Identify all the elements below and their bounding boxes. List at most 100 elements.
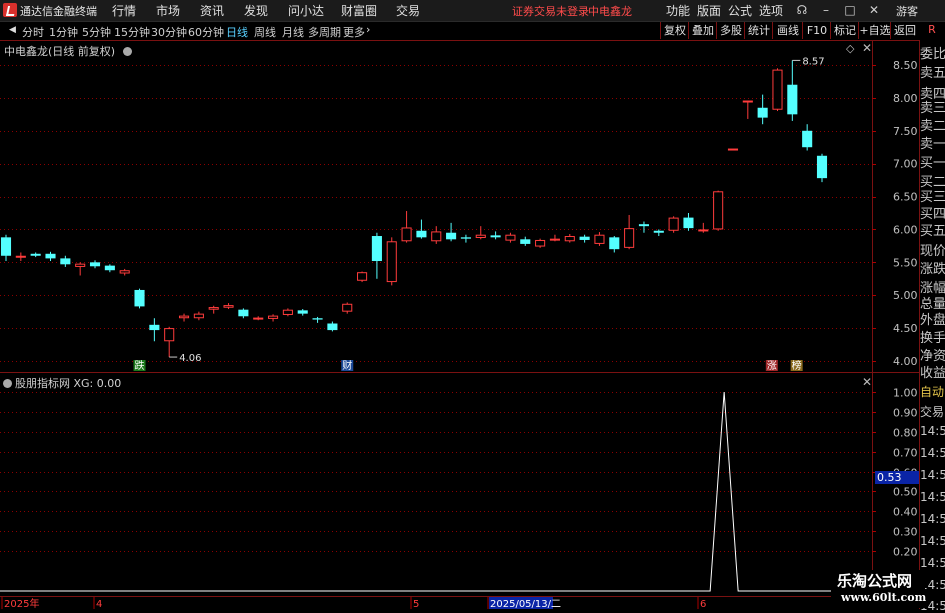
candle (564, 234, 575, 243)
candle-body (446, 232, 457, 240)
candle (624, 214, 635, 250)
candle (579, 234, 590, 243)
candle-body (75, 263, 86, 267)
tick-time: 14:56 (920, 490, 945, 504)
candle-body (698, 229, 709, 232)
watermark: 乐淘公式网 www.60lt.com (831, 570, 927, 608)
sub-y-tick-label: 0.30 (893, 526, 918, 539)
watermark-title: 乐淘公式网 (837, 572, 913, 590)
candle-body (89, 262, 101, 267)
candle (15, 252, 26, 262)
x-axis-label: 6 (700, 599, 706, 609)
quote-label: 现价 (920, 244, 945, 259)
indicator-settings-icon[interactable] (3, 379, 12, 388)
candle-body (490, 235, 501, 238)
quote-label: 外盘 (920, 313, 945, 328)
event-marker-text: 跌 (135, 359, 145, 372)
candle (268, 314, 279, 322)
candle (238, 308, 249, 319)
candle (282, 308, 293, 317)
settings-icon[interactable] (122, 47, 132, 56)
candle (594, 232, 605, 246)
quote-label: 卖三 (920, 101, 945, 116)
sub-chart-title-text: 股朋指标网 XG: 0.00 (15, 377, 122, 390)
quote-label: 卖二 (920, 119, 945, 134)
close-panel-icon[interactable]: ✕ (862, 41, 872, 55)
candle (772, 68, 783, 112)
event-marker-text: 榜 (792, 359, 802, 372)
candle-body (460, 237, 471, 239)
y-tick-label: 4.50 (893, 322, 918, 335)
side-panel-toggle[interactable]: R (920, 23, 944, 39)
watermark-url: www.60lt.com (841, 591, 927, 604)
candle (653, 229, 664, 237)
kline-chart[interactable]: 8.50 8.00 7.50 7.00 6.50 6.00 5.50 5.00 4.50 4.00… (0, 0, 919, 609)
candle-body (253, 317, 264, 320)
high-price-label: 8.57 (802, 56, 824, 67)
candle-body (624, 228, 635, 248)
low-price-label: 4.06 (179, 353, 201, 364)
candle-body (268, 315, 279, 319)
candle (371, 232, 382, 279)
candle-body (475, 234, 486, 238)
candle (490, 231, 501, 240)
x-cursor-date: 2025/05/13/二 (490, 599, 561, 609)
candle-body (282, 309, 293, 315)
quote-label: 卖一 (920, 137, 945, 152)
candle-body (119, 270, 130, 274)
candle-body (727, 148, 739, 151)
candle (446, 222, 457, 242)
candle-body (193, 313, 204, 319)
candle (89, 260, 101, 269)
y-tick-label: 8.00 (893, 92, 918, 105)
tick-time: 14:56 (920, 556, 945, 570)
candle-body (312, 318, 323, 320)
candle-body (683, 217, 694, 229)
y-tick-label: 5.00 (893, 289, 918, 302)
candle (193, 311, 204, 321)
candle-body (816, 155, 828, 179)
x-axis-label: 2025年 (4, 597, 39, 609)
quote-label: 买一 (920, 156, 945, 171)
candle-body (638, 224, 650, 227)
candle (727, 148, 739, 151)
candle (431, 226, 442, 244)
candle-body (742, 100, 753, 103)
candle (223, 303, 234, 310)
sub-y-tick-label: 0.50 (893, 486, 918, 499)
candle-body (134, 289, 145, 307)
close-subpanel-icon[interactable]: ✕ (862, 375, 872, 389)
sub-chart-title: 股朋指标网 XG: 0.00 (3, 375, 121, 391)
candle-body (164, 328, 175, 342)
tick-time: 14:56 (920, 446, 945, 460)
tick-time: 14:56 (920, 534, 945, 548)
diamond-icon[interactable]: ◇ (846, 42, 854, 55)
quote-column: 委比 卖五 卖四 卖三 卖二 卖一 买一 买二 买三 买四 买五 现价 涨跌 涨… (919, 40, 945, 613)
candle-body (520, 239, 531, 244)
candle-body (713, 191, 724, 230)
y-tick-label: 8.50 (893, 59, 918, 72)
candle-body (297, 310, 308, 314)
auto-label[interactable]: 自动 (920, 383, 944, 400)
candle-body (386, 241, 397, 283)
candle (30, 252, 41, 258)
sub-y-tick-label: 0.40 (893, 506, 918, 519)
candle (208, 305, 219, 314)
candle (668, 216, 679, 233)
candle-body (357, 272, 368, 281)
candle (401, 211, 412, 243)
sub-y-tick-label: 0.90 (893, 407, 918, 420)
candle (698, 222, 709, 233)
candle-body (594, 234, 605, 244)
candle-body (223, 305, 234, 308)
quote-label: 买五 (920, 224, 945, 239)
candle-body (104, 265, 115, 271)
candle (253, 316, 264, 321)
candle-body (609, 237, 620, 250)
candle-body (564, 236, 575, 242)
candle-body (772, 69, 783, 110)
y-tick-label: 6.50 (893, 191, 918, 204)
event-marker-text: 财 (342, 359, 352, 372)
candle (386, 237, 397, 286)
candle (549, 234, 560, 242)
